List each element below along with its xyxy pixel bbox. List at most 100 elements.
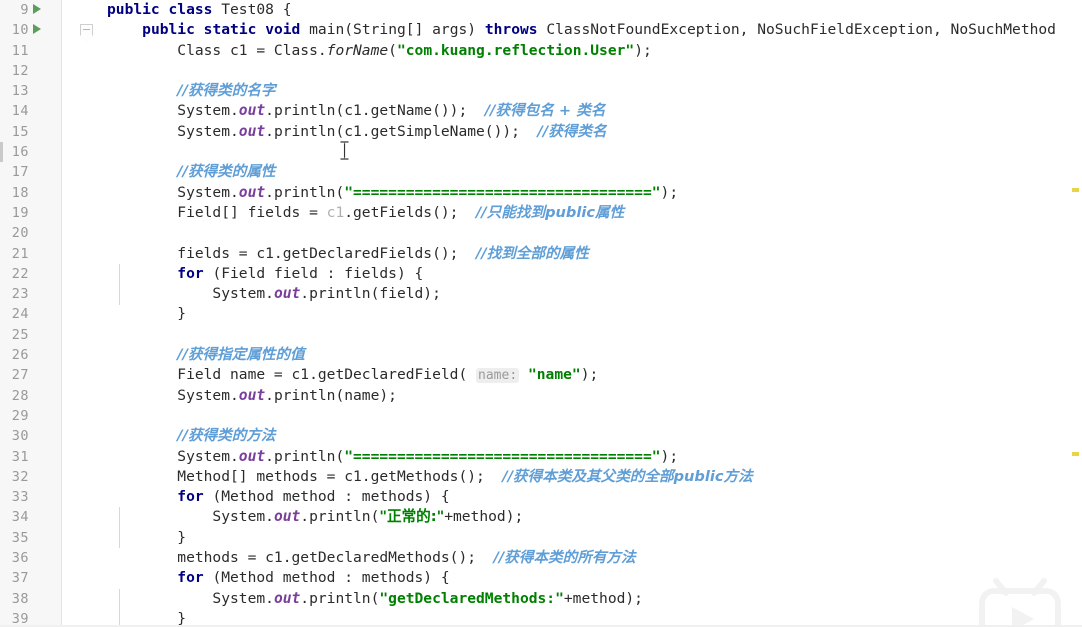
fold-row-35[interactable] [62, 528, 107, 548]
fold-row-37[interactable] [62, 568, 107, 588]
code-line-25[interactable] [107, 325, 1082, 345]
code-line-11[interactable]: Class c1 = Class.forName("com.kuang.refl… [107, 41, 1082, 61]
warning-stripe-marker[interactable] [1072, 188, 1079, 192]
fold-row-20[interactable] [62, 223, 107, 243]
gutter-line-13[interactable]: 13 [0, 81, 61, 101]
gutter-line-33[interactable]: 33 [0, 487, 61, 507]
code-line-18[interactable]: System.out.println("====================… [107, 183, 1082, 203]
fold-row-10[interactable] [62, 20, 107, 40]
fold-row-23[interactable] [62, 284, 107, 304]
gutter-line-32[interactable]: 32 [0, 467, 61, 487]
gutter-line-16[interactable]: 16 [0, 142, 61, 163]
fold-row-19[interactable] [62, 203, 107, 223]
code-line-20[interactable] [107, 223, 1082, 243]
fold-row-15[interactable] [62, 122, 107, 142]
gutter-line-30[interactable]: 30 [0, 426, 61, 446]
code-line-38[interactable]: System.out.println("getDeclaredMethods:"… [107, 589, 1082, 609]
fold-row-18[interactable] [62, 183, 107, 203]
fold-row-16[interactable] [62, 142, 107, 162]
code-line-15[interactable]: System.out.println(c1.getSimpleName()); … [107, 122, 1082, 142]
fold-row-29[interactable] [62, 406, 107, 426]
fold-row-27[interactable] [62, 365, 107, 385]
gutter-line-35[interactable]: 35 [0, 528, 61, 548]
gutter-line-29[interactable]: 29 [0, 406, 61, 426]
fold-row-14[interactable] [62, 101, 107, 121]
fold-row-24[interactable] [62, 304, 107, 324]
code-folding-strip[interactable] [62, 0, 107, 627]
fold-row-26[interactable] [62, 345, 107, 365]
gutter-line-9[interactable]: 9 [0, 0, 61, 20]
warning-stripe-marker[interactable] [1072, 452, 1079, 456]
gutter-line-14[interactable]: 14 [0, 101, 61, 121]
code-line-36[interactable]: methods = c1.getDeclaredMethods(); //获得本… [107, 548, 1082, 568]
code-line-13[interactable]: //获得类的名字 [107, 81, 1082, 101]
gutter-line-38[interactable]: 38 [0, 589, 61, 609]
gutter-line-34[interactable]: 34 [0, 507, 61, 527]
code-line-22[interactable]: for (Field field : fields) { [107, 264, 1082, 284]
gutter-line-15[interactable]: 15 [0, 122, 61, 142]
code-line-34[interactable]: System.out.println("正常的:"+method); [107, 507, 1082, 527]
code-line-26[interactable]: //获得指定属性的值 [107, 345, 1082, 365]
code-line-21[interactable]: fields = c1.getDeclaredFields(); //找到全部的… [107, 244, 1082, 264]
gutter-line-18[interactable]: 18 [0, 183, 61, 203]
code-line-29[interactable] [107, 406, 1082, 426]
gutter-line-12[interactable]: 12 [0, 61, 61, 81]
code-line-14[interactable]: System.out.println(c1.getName()); //获得包名… [107, 101, 1082, 121]
run-gutter-icon[interactable] [33, 4, 41, 14]
gutter-line-20[interactable]: 20 [0, 223, 61, 243]
gutter-line-36[interactable]: 36 [0, 548, 61, 568]
gutter-line-26[interactable]: 26 [0, 345, 61, 365]
code-line-23[interactable]: System.out.println(field); [107, 284, 1082, 304]
fold-row-12[interactable] [62, 61, 107, 81]
fold-row-13[interactable] [62, 81, 107, 101]
code-line-12[interactable] [107, 61, 1082, 81]
code-line-28[interactable]: System.out.println(name); [107, 386, 1082, 406]
code-line-27[interactable]: Field name = c1.getDeclaredField( name: … [107, 365, 1082, 385]
code-line-32[interactable]: Method[] methods = c1.getMethods(); //获得… [107, 467, 1082, 487]
fold-row-11[interactable] [62, 41, 107, 61]
code-line-33[interactable]: for (Method method : methods) { [107, 487, 1082, 507]
fold-row-38[interactable] [62, 589, 107, 609]
code-line-31[interactable]: System.out.println("====================… [107, 447, 1082, 467]
gutter-line-10[interactable]: 10 [0, 20, 61, 40]
gutter-line-23[interactable]: 23 [0, 284, 61, 304]
code-line-35[interactable]: } [107, 528, 1082, 548]
code-token-sfield: out [273, 589, 301, 607]
gutter-line-19[interactable]: 19 [0, 203, 61, 223]
gutter-line-24[interactable]: 24 [0, 304, 61, 324]
fold-row-22[interactable] [62, 264, 107, 284]
gutter-line-25[interactable]: 25 [0, 325, 61, 345]
fold-row-28[interactable] [62, 386, 107, 406]
gutter-line-11[interactable]: 11 [0, 41, 61, 61]
fold-row-34[interactable] [62, 507, 107, 527]
code-line-19[interactable]: Field[] fields = c1.getFields(); //只能找到p… [107, 203, 1082, 223]
code-text-area[interactable]: public class Test08 { public static void… [107, 0, 1082, 627]
gutter-line-22[interactable]: 22 [0, 264, 61, 284]
gutter-line-21[interactable]: 21 [0, 244, 61, 264]
gutter-line-31[interactable]: 31 [0, 447, 61, 467]
fold-row-17[interactable] [62, 162, 107, 182]
run-gutter-icon[interactable] [33, 24, 41, 35]
gutter-line-37[interactable]: 37 [0, 568, 61, 588]
error-stripe-marker-bar[interactable] [1068, 0, 1082, 627]
code-line-30[interactable]: //获得类的方法 [107, 426, 1082, 446]
fold-row-36[interactable] [62, 548, 107, 568]
code-line-10[interactable]: public static void main(String[] args) t… [107, 20, 1082, 40]
fold-row-33[interactable] [62, 487, 107, 507]
code-line-37[interactable]: for (Method method : methods) { [107, 568, 1082, 588]
fold-row-31[interactable] [62, 447, 107, 467]
code-line-16[interactable] [107, 142, 1082, 162]
line-number-gutter[interactable]: 9 10 11 12 13 14 15 16 17 18 19 20 21 22 23 24 25 26 27 28 2… [0, 0, 62, 627]
code-line-17[interactable]: //获得类的属性 [107, 162, 1082, 182]
code-line-9[interactable]: public class Test08 { [107, 0, 1082, 20]
fold-row-32[interactable] [62, 467, 107, 487]
fold-row-30[interactable] [62, 426, 107, 446]
fold-row-9[interactable] [62, 0, 107, 20]
fold-row-21[interactable] [62, 244, 107, 264]
code-line-24[interactable]: } [107, 304, 1082, 324]
collapse-fold-icon[interactable] [80, 24, 93, 36]
gutter-line-27[interactable]: 27 [0, 365, 61, 385]
gutter-line-17[interactable]: 17 [0, 162, 61, 182]
gutter-line-28[interactable]: 28 [0, 386, 61, 406]
fold-row-25[interactable] [62, 325, 107, 345]
